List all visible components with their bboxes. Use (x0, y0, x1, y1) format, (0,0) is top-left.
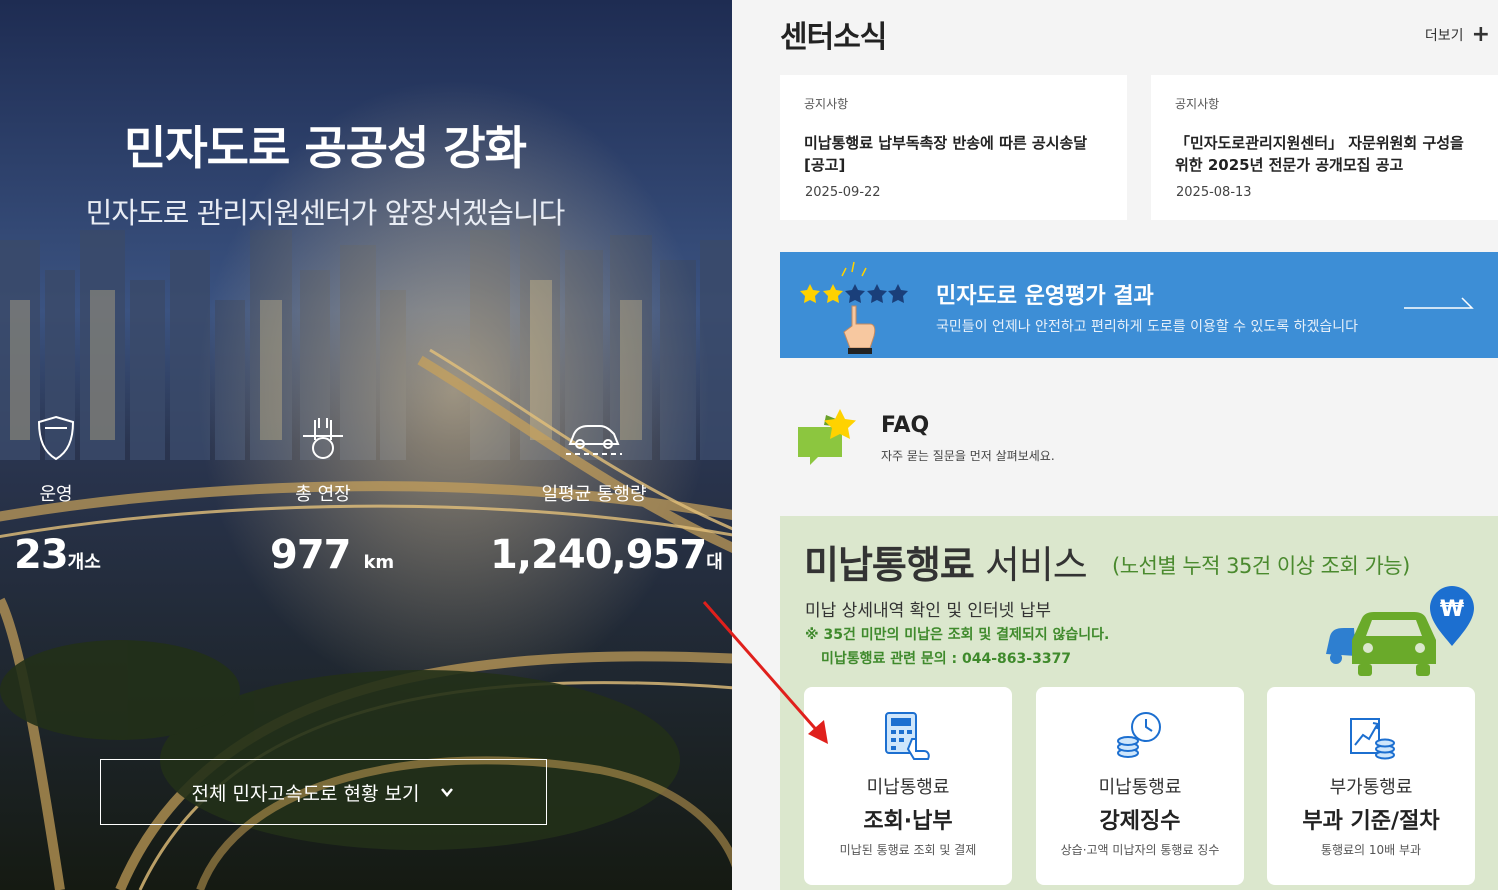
rating-stars-hand-icon (800, 261, 908, 354)
tile-forced-collection[interactable]: 미납통행료 강제징수 상습·고액 미납자의 통행료 징수 (1036, 687, 1244, 885)
faq-subtitle: 자주 묻는 질문을 먼저 살펴보세요. (881, 449, 1055, 463)
shield-icon (37, 415, 75, 461)
car-toll-icon: ₩ (1326, 586, 1474, 676)
faq-title: FAQ (881, 413, 930, 438)
faq-chat-icon (798, 409, 856, 465)
tile-line1: 미납통행료 (866, 777, 950, 798)
service-title: 미납통행료 서비스 (804, 543, 1088, 587)
right-panel: 센터소식 더보기 + 공지사항 미납통행료 납부독촉장 반송에 따른 공시송달[… (732, 0, 1498, 890)
service-warning: ※ 35건 미만의 미납은 조회 및 결제되지 않습니다. (805, 627, 1110, 643)
more-link[interactable]: 더보기 + (1425, 24, 1490, 46)
news-date: 2025-08-13 (1176, 185, 1252, 200)
coins-clock-icon (1117, 712, 1161, 758)
road-icon (303, 418, 343, 459)
tile-line1: 부가통행료 (1329, 777, 1413, 798)
hero-banner: 민자도로 공공성 강화 민자도로 관리지원센터가 앞장서겠습니다 운영 23개소… (0, 0, 732, 890)
chart-coins-icon (1350, 718, 1395, 760)
page: 민자도로 공공성 강화 민자도로 관리지원센터가 앞장서겠습니다 운영 23개소… (0, 0, 1498, 890)
stat-length: 총 연장 977 km (270, 414, 394, 578)
plus-icon: + (1471, 22, 1490, 47)
tile-line2: 조회·납부 (863, 809, 953, 834)
car-icon (566, 425, 622, 455)
tile-line3: 통행료의 10배 부과 (1320, 843, 1422, 857)
service-contact: 미납통행료 관련 문의 : 044-863-3377 (821, 651, 1072, 667)
news-title: 미납통행료 납부독촉장 반송에 따른 공시송달[공고] (804, 134, 1088, 174)
news-date: 2025-09-22 (805, 185, 881, 200)
service-note: (노선별 누적 35건 이상 조회 가능) (1112, 554, 1410, 578)
view-all-highways-button[interactable]: 전체 민자고속도로 현황 보기 (100, 759, 547, 825)
view-all-highways-label: 전체 민자고속도로 현황 보기 (191, 782, 420, 805)
faq-link[interactable]: FAQ 자주 묻는 질문을 먼저 살펴보세요. (780, 395, 1180, 475)
stat-label: 일평균 통행량 (541, 484, 647, 505)
chevron-down-icon (441, 788, 454, 797)
tile-line2: 부과 기준/절차 (1302, 809, 1440, 834)
stat-value: 977 km (270, 532, 395, 578)
annotation-arrow (702, 601, 828, 744)
hero-title: 민자도로 공공성 강화 (124, 121, 527, 175)
evaluation-subtitle: 국민들이 언제나 안전하고 편리하게 도로를 이용할 수 있도록 하겠습니다 (936, 319, 1358, 335)
news-card[interactable]: 공지사항 「민자도로관리지원센터」 자문위원회 구성을 위한 2025년 전문가… (1151, 75, 1498, 220)
evaluation-banner[interactable]: 민자도로 운영평가 결과 국민들이 언제나 안전하고 편리하게 도로를 이용할 … (780, 252, 1498, 358)
tile-line3: 미납된 통행료 조회 및 결제 (839, 843, 977, 857)
news-card[interactable]: 공지사항 미납통행료 납부독촉장 반송에 따른 공시송달[공고] 2025-09… (780, 75, 1127, 220)
news-category: 공지사항 (804, 97, 849, 111)
tile-line3: 상습·고액 미납자의 통행료 징수 (1060, 843, 1220, 857)
stat-operation: 운영 23개소 (14, 414, 101, 578)
news-category: 공지사항 (1175, 97, 1220, 111)
arrow-right-icon (1404, 297, 1474, 309)
calculator-hand-icon (885, 712, 930, 760)
tile-line1: 미납통행료 (1098, 777, 1182, 798)
stat-value: 1,240,957대 (490, 532, 723, 578)
news-title: 「민자도로관리지원센터」 자문위원회 구성을 위한 2025년 전문가 공개모집… (1175, 134, 1464, 174)
news-section-title: 센터소식 (780, 20, 887, 55)
stat-traffic: 일평균 통행량 1,240,957대 (490, 414, 723, 578)
unpaid-toll-service: 미납통행료 서비스 (노선별 누적 35건 이상 조회 가능) 미납 상세내역 … (780, 516, 1498, 890)
tile-additional-toll[interactable]: 부가통행료 부과 기준/절차 통행료의 10배 부과 (1267, 687, 1475, 885)
svg-text:₩: ₩ (1440, 597, 1464, 622)
stat-label: 운영 (39, 484, 73, 505)
more-label: 더보기 (1424, 28, 1464, 44)
evaluation-title: 민자도로 운영평가 결과 (936, 284, 1154, 309)
stat-value: 23개소 (14, 532, 101, 578)
hero-subtitle: 민자도로 관리지원센터가 앞장서겠습니다 (85, 196, 566, 230)
stat-label: 총 연장 (295, 484, 351, 505)
tile-line2: 강제징수 (1099, 809, 1181, 834)
service-desc: 미납 상세내역 확인 및 인터넷 납부 (805, 601, 1051, 621)
